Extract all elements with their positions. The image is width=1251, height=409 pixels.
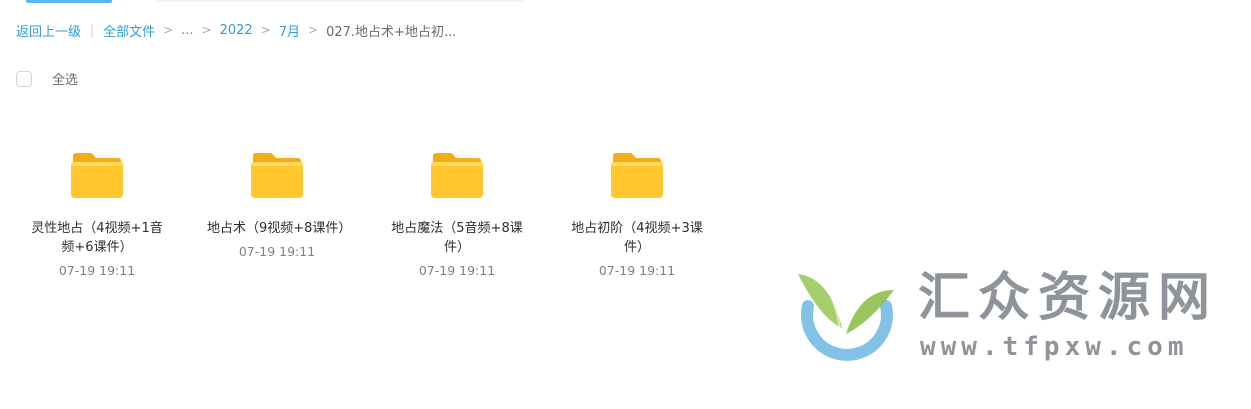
chevron-right-icon: > (201, 23, 212, 37)
breadcrumb-collapsed[interactable]: ... (181, 23, 193, 38)
select-all-label: 全选 (52, 73, 79, 88)
breadcrumb-july[interactable]: 7月 (279, 21, 300, 40)
watermark-logo-icon (798, 274, 894, 361)
breadcrumb-divider: | (90, 23, 95, 37)
breadcrumb: 返回上一级 | 全部文件 > ... > 2022 > 7月 > 027.地占术… (16, 20, 456, 40)
folder-item[interactable]: 灵性地占（4视频+1音频+6课件） 07-19 19:11 (27, 150, 167, 278)
folder-icon (251, 153, 303, 198)
folder-icon (431, 153, 483, 198)
folder-time: 07-19 19:11 (238, 244, 316, 259)
folder-item[interactable]: 地占魔法（5音频+8课件） 07-19 19:11 (387, 150, 527, 278)
top-divider (155, 0, 525, 2)
breadcrumb-2022[interactable]: 2022 (220, 23, 253, 38)
chevron-right-icon: > (163, 23, 174, 37)
folder-name[interactable]: 地占魔法（5音频+8课件） (387, 219, 527, 257)
folder-name[interactable]: 地占初阶（4视频+3课件） (567, 219, 707, 257)
breadcrumb-current: 027.地占术+地占初... (326, 24, 457, 40)
folder-time: 07-19 19:11 (418, 263, 496, 278)
folder-time: 07-19 19:11 (598, 263, 676, 278)
folder-icon (611, 153, 663, 198)
folder-name[interactable]: 灵性地占（4视频+1音频+6课件） (27, 219, 167, 257)
chevron-right-icon: > (260, 23, 271, 37)
folder-item[interactable]: 地占初阶（4视频+3课件） 07-19 19:11 (567, 150, 707, 278)
chevron-right-icon: > (308, 23, 319, 37)
breadcrumb-all-files[interactable]: 全部文件 (103, 21, 155, 40)
back-link[interactable]: 返回上一级 (16, 21, 81, 40)
active-tab-indicator (26, 0, 112, 3)
watermark-url: www.tfpxw.com (920, 332, 1189, 362)
watermark-title: 汇众资源网 (918, 268, 1219, 328)
folder-time: 07-19 19:11 (58, 263, 136, 278)
folder-item[interactable]: 地占术（9视频+8课件） 07-19 19:11 (207, 150, 351, 278)
folder-name[interactable]: 地占术（9视频+8课件） (207, 219, 351, 238)
select-all-checkbox[interactable] (16, 70, 32, 87)
folder-icon (71, 153, 123, 198)
file-grid: 灵性地占（4视频+1音频+6课件） 07-19 19:11 地占术（9视频+8课… (27, 150, 747, 278)
select-all[interactable]: 全选 (16, 69, 78, 88)
watermark: 汇众资源网 www.tfpxw.com (790, 268, 1230, 368)
